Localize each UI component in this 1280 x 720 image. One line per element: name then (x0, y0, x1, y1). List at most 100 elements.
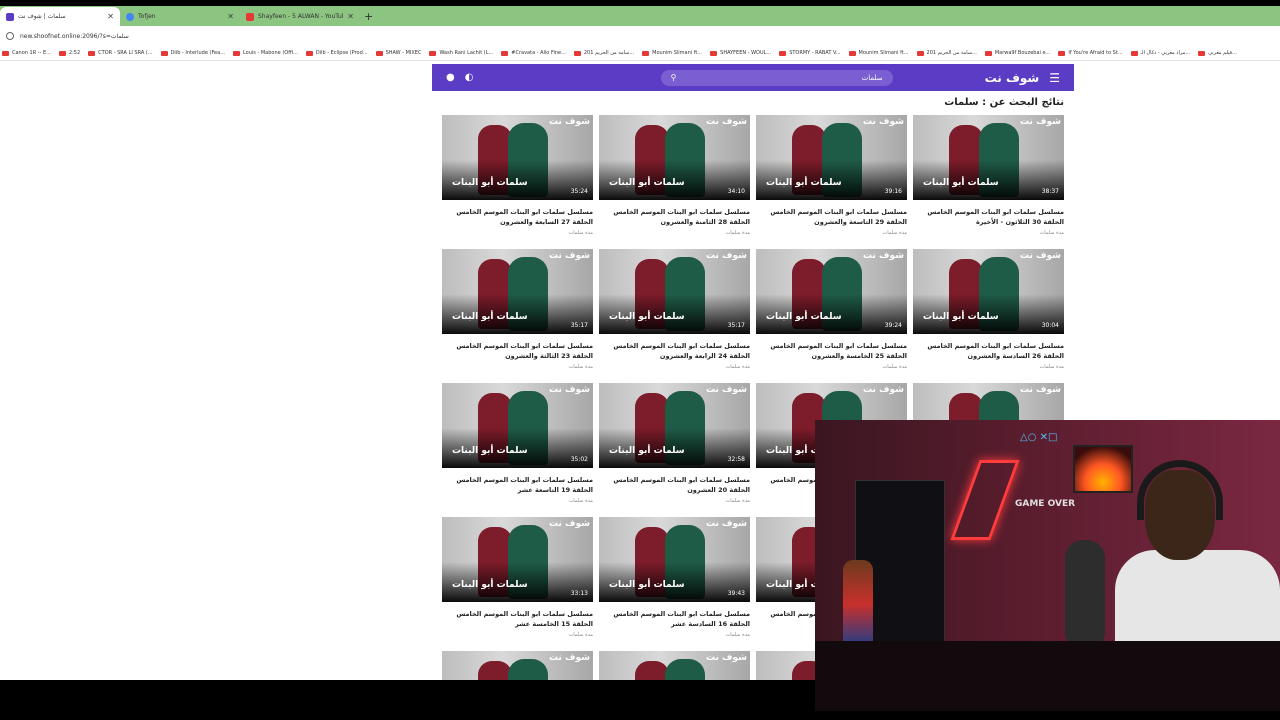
bookmark-label: Mounim Slimani ft... (858, 50, 909, 56)
close-icon[interactable]: ✕ (347, 12, 354, 21)
video-card[interactable]: شوف نت سلمات أبو البنات 35:17 مسلسل سلمات ا… (442, 249, 593, 370)
video-category[interactable]: مدة سلمات (599, 230, 750, 236)
video-thumbnail[interactable]: شوف نت سلمات أبو البنات 39:24 (756, 249, 907, 334)
bookmark-favicon-icon (1058, 50, 1066, 56)
video-card[interactable]: شوف نت سلمات أبو البنات 35:24 مسلسل سلمات ا… (442, 115, 593, 236)
bookmark-item[interactable]: Canon 1R -- E... (2, 50, 51, 56)
video-thumbnail[interactable]: شوف نت سلمات أبو البنات 30:04 (913, 249, 1064, 334)
theme-toggle-icon[interactable]: ◐ (465, 72, 474, 83)
site-header: ☰ شوف نت ⚲ ◐ ● (432, 64, 1074, 91)
video-title[interactable]: مسلسل سلمات ابو البنات الموسم الخامس الح… (442, 207, 593, 227)
bookmark-item[interactable]: مراد مغربي - دكال الـ... (1130, 50, 1190, 56)
bookmark-item[interactable]: SHAW - MIXEC (375, 50, 421, 56)
video-thumbnail[interactable]: شوف نت سلمات أبو البنات 39:43 (599, 517, 750, 602)
tab-tofjen[interactable]: Tofjen ✕ (120, 7, 240, 26)
video-card[interactable]: شوف نت سلمات أبو البنات 30:04 مسلسل سلمات ا… (913, 249, 1064, 370)
bookmark-item[interactable]: سامة من الحريم 201... (916, 50, 977, 56)
search-box[interactable]: ⚲ (660, 69, 893, 86)
video-card[interactable]: شوف نت سلمات أبو البنات 34:10 مسلسل سلمات ا… (599, 115, 750, 236)
video-thumbnail[interactable]: شوف نت سلمات أبو البنات 35:17 (442, 249, 593, 334)
thumbnail-title: سلمات أبو البنات (766, 178, 842, 188)
bookmark-favicon-icon (232, 50, 240, 56)
search-input[interactable] (702, 73, 883, 82)
thumbnail-title: سلمات أبو البنات (923, 178, 999, 188)
bookmark-item[interactable]: Diib - Interlude (Fea... (160, 50, 225, 56)
new-tab-button[interactable]: + (364, 10, 373, 23)
video-title[interactable]: مسلسل سلمات ابو البنات الموسم الخامس الح… (442, 475, 593, 495)
video-card[interactable]: شوف نت سلمات أبو البنات 38:37 مسلسل سلمات ا… (913, 115, 1064, 236)
video-title[interactable]: مسلسل سلمات ابو البنات الموسم الخامس الح… (599, 475, 750, 495)
bookmark-item[interactable]: SHAYFEEN - WOUL... (710, 50, 771, 56)
site-info-icon[interactable] (6, 32, 14, 40)
search-icon[interactable]: ⚲ (671, 73, 677, 82)
menu-icon[interactable]: ☰ (1049, 71, 1060, 85)
bookmark-item[interactable]: If You're Afraid to St... (1058, 50, 1123, 56)
results-title: نتائج البحث عن : سلمات (944, 97, 1064, 108)
video-thumbnail[interactable]: شوف نت سلمات أبو البنات 34:10 (599, 115, 750, 200)
address-bar[interactable]: new.shoofnet.online:2096/?s=سلمات (0, 26, 1280, 46)
site-logo[interactable]: شوف نت (985, 71, 1040, 85)
bookmark-item[interactable]: سامة من الحريم 201... (573, 50, 634, 56)
video-title[interactable]: مسلسل سلمات ابو البنات الموسم الخامس الح… (913, 341, 1064, 361)
video-card[interactable]: شوف نت سلمات أبو البنات 33:13 مسلسل سلمات ا… (442, 517, 593, 638)
video-category[interactable]: مدة سلمات (599, 364, 750, 370)
close-icon[interactable]: ✕ (107, 12, 114, 21)
video-category[interactable]: مدة سلمات (599, 498, 750, 504)
video-thumbnail[interactable]: شوف نت (599, 651, 750, 680)
video-thumbnail[interactable]: شوف نت سلمات أبو البنات 35:24 (442, 115, 593, 200)
video-card[interactable]: شوف نت (442, 651, 593, 680)
video-title[interactable]: مسلسل سلمات ابو البنات الموسم الخامس الح… (913, 207, 1064, 227)
video-category[interactable]: مدة سلمات (756, 230, 907, 236)
video-category[interactable]: مدة سلمات (442, 632, 593, 638)
video-thumbnail[interactable]: شوف نت سلمات أبو البنات 35:02 (442, 383, 593, 468)
video-card[interactable]: شوف نت سلمات أبو البنات 35:02 مسلسل سلمات ا… (442, 383, 593, 504)
video-thumbnail[interactable]: شوف نت سلمات أبو البنات 33:13 (442, 517, 593, 602)
video-thumbnail[interactable]: شوف نت سلمات أبو البنات 39:16 (756, 115, 907, 200)
video-thumbnail[interactable]: شوف نت سلمات أبو البنات 38:37 (913, 115, 1064, 200)
tab-youtube[interactable]: Shayfeen - 5 ALWAN - YouTube ✕ (240, 7, 360, 26)
tab-shoofnet[interactable]: سلمات | شوف نت ✕ (0, 7, 120, 26)
video-category[interactable]: مدة سلمات (442, 364, 593, 370)
video-thumbnail[interactable]: شوف نت سلمات أبو البنات 32:58 (599, 383, 750, 468)
thumbnail-figure (665, 659, 705, 680)
video-category[interactable]: مدة سلمات (913, 230, 1064, 236)
video-category[interactable]: مدة سلمات (756, 364, 907, 370)
bookmark-item[interactable]: CTOR - SRA LI SRA (... (88, 50, 153, 56)
bookmark-item[interactable]: Mounim Slimani ft... (848, 50, 909, 56)
video-title[interactable]: مسلسل سلمات ابو البنات الموسم الخامس الح… (442, 341, 593, 361)
bookmark-item[interactable]: 2:52 (58, 50, 80, 56)
thumbnail-brand: شوف نت (863, 251, 904, 261)
bookmark-label: Louis - Mabone (Offi... (242, 50, 298, 56)
video-title[interactable]: مسلسل سلمات ابو البنات الموسم الخامس الح… (442, 609, 593, 629)
video-card[interactable]: شوف نت سلمات أبو البنات 39:43 مسلسل سلمات ا… (599, 517, 750, 638)
url-text[interactable]: new.shoofnet.online:2096/?s=سلمات (20, 33, 129, 40)
video-card[interactable]: شوف نت (599, 651, 750, 680)
tab-label: Tofjen (138, 13, 156, 20)
user-icon[interactable]: ● (446, 72, 455, 83)
close-icon[interactable]: ✕ (227, 12, 234, 21)
video-card[interactable]: شوف نت سلمات أبو البنات 35:17 مسلسل سلمات ا… (599, 249, 750, 370)
thumbnail-title: سلمات أبو البنات (609, 178, 685, 188)
bookmark-item[interactable]: Marwa9f Bouzebai e... (984, 50, 1050, 56)
video-thumbnail[interactable]: شوف نت (442, 651, 593, 680)
video-title[interactable]: مسلسل سلمات ابو البنات الموسم الخامس الح… (599, 609, 750, 629)
video-title[interactable]: مسلسل سلمات ابو البنات الموسم الخامس الح… (599, 341, 750, 361)
video-card[interactable]: شوف نت سلمات أبو البنات 32:58 مسلسل سلمات ا… (599, 383, 750, 504)
bookmark-item[interactable]: Wash Rani Lachit (L... (429, 50, 493, 56)
video-category[interactable]: مدة سلمات (913, 364, 1064, 370)
video-title[interactable]: مسلسل سلمات ابو البنات الموسم الخامس الح… (756, 341, 907, 361)
video-title[interactable]: مسلسل سلمات ابو البنات الموسم الخامس الح… (599, 207, 750, 227)
video-card[interactable]: شوف نت سلمات أبو البنات 39:24 مسلسل سلمات ا… (756, 249, 907, 370)
bookmark-item[interactable]: فيلم مغربي... (1198, 50, 1237, 56)
video-category[interactable]: مدة سلمات (442, 498, 593, 504)
video-category[interactable]: مدة سلمات (599, 632, 750, 638)
bookmark-item[interactable]: Mounim Slimani ft... (642, 50, 702, 56)
video-title[interactable]: مسلسل سلمات ابو البنات الموسم الخامس الح… (756, 207, 907, 227)
video-category[interactable]: مدة سلمات (442, 230, 593, 236)
video-thumbnail[interactable]: شوف نت سلمات أبو البنات 35:17 (599, 249, 750, 334)
video-card[interactable]: شوف نت سلمات أبو البنات 39:16 مسلسل سلمات ا… (756, 115, 907, 236)
bookmark-item[interactable]: Louis - Mabone (Offi... (232, 50, 298, 56)
bookmark-item[interactable]: #Cravata - Alio Fine... (501, 50, 566, 56)
bookmark-item[interactable]: Diib - Eclipse (Prod... (305, 50, 368, 56)
bookmark-item[interactable]: STORMY - RABAT V... (779, 50, 841, 56)
